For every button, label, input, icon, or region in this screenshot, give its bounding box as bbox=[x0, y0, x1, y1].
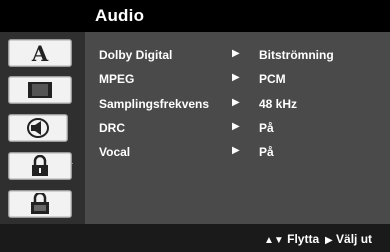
setting-value: 48 kHz bbox=[259, 97, 298, 111]
setting-label: Dolby Digital bbox=[99, 48, 173, 62]
settings-panel: Dolby Digital ▶ Bitströmning MPEG ▶ PCM … bbox=[85, 32, 390, 224]
category-audio[interactable] bbox=[8, 114, 68, 142]
setting-value: På bbox=[259, 145, 274, 159]
setting-value: Bitströmning bbox=[259, 48, 334, 62]
arrow-right-icon: ▶ bbox=[232, 72, 240, 83]
arrow-right-icon: ▶ bbox=[232, 48, 240, 59]
arrow-right-icon: ▶ bbox=[232, 121, 240, 132]
language-icon: A bbox=[31, 43, 49, 63]
arrow-right-icon: ▶ bbox=[232, 145, 240, 156]
title-bar: Audio bbox=[0, 0, 390, 32]
move-hint-label: Flytta bbox=[287, 232, 320, 246]
category-other[interactable] bbox=[8, 190, 72, 218]
osd-setup-screen: Audio A ▶ bbox=[0, 0, 390, 252]
setting-row-drc[interactable]: DRC ▶ På bbox=[85, 121, 390, 137]
arrow-right-icon: ▶ bbox=[232, 97, 240, 108]
svg-text:A: A bbox=[31, 43, 49, 63]
category-language[interactable]: A bbox=[8, 39, 72, 67]
lock-icon bbox=[32, 155, 48, 176]
audio-icon bbox=[27, 118, 49, 138]
setting-label: MPEG bbox=[99, 72, 135, 86]
page-title: Audio bbox=[95, 6, 145, 25]
setting-label: DRC bbox=[99, 121, 125, 135]
category-display[interactable] bbox=[8, 76, 72, 104]
move-hint: ▲▼ Flytta bbox=[264, 232, 319, 246]
other-settings-icon bbox=[31, 193, 49, 214]
setting-value: På bbox=[259, 121, 274, 135]
setting-label: Vocal bbox=[99, 145, 131, 159]
setting-row-dolby-digital[interactable]: Dolby Digital ▶ Bitströmning bbox=[85, 48, 390, 64]
category-lock[interactable] bbox=[8, 152, 72, 180]
select-hint-label: Välj ut bbox=[336, 232, 373, 246]
display-icon bbox=[28, 82, 52, 98]
setting-row-sampling-frequency[interactable]: Samplingsfrekvens ▶ 48 kHz bbox=[85, 97, 390, 113]
setting-label: Samplingsfrekvens bbox=[99, 97, 210, 111]
setting-value: PCM bbox=[259, 72, 286, 86]
play-arrow-icon: ▶ bbox=[325, 235, 333, 246]
category-sidebar: A ▶ bbox=[0, 32, 85, 224]
footer-help-bar: ▲▼ Flytta ▶ Välj ut bbox=[0, 224, 390, 252]
setting-row-vocal[interactable]: Vocal ▶ På bbox=[85, 145, 390, 161]
select-hint: ▶ Välj ut bbox=[325, 232, 372, 246]
setting-row-mpeg[interactable]: MPEG ▶ PCM bbox=[85, 72, 390, 88]
up-down-arrows-icon: ▲▼ bbox=[264, 235, 284, 246]
